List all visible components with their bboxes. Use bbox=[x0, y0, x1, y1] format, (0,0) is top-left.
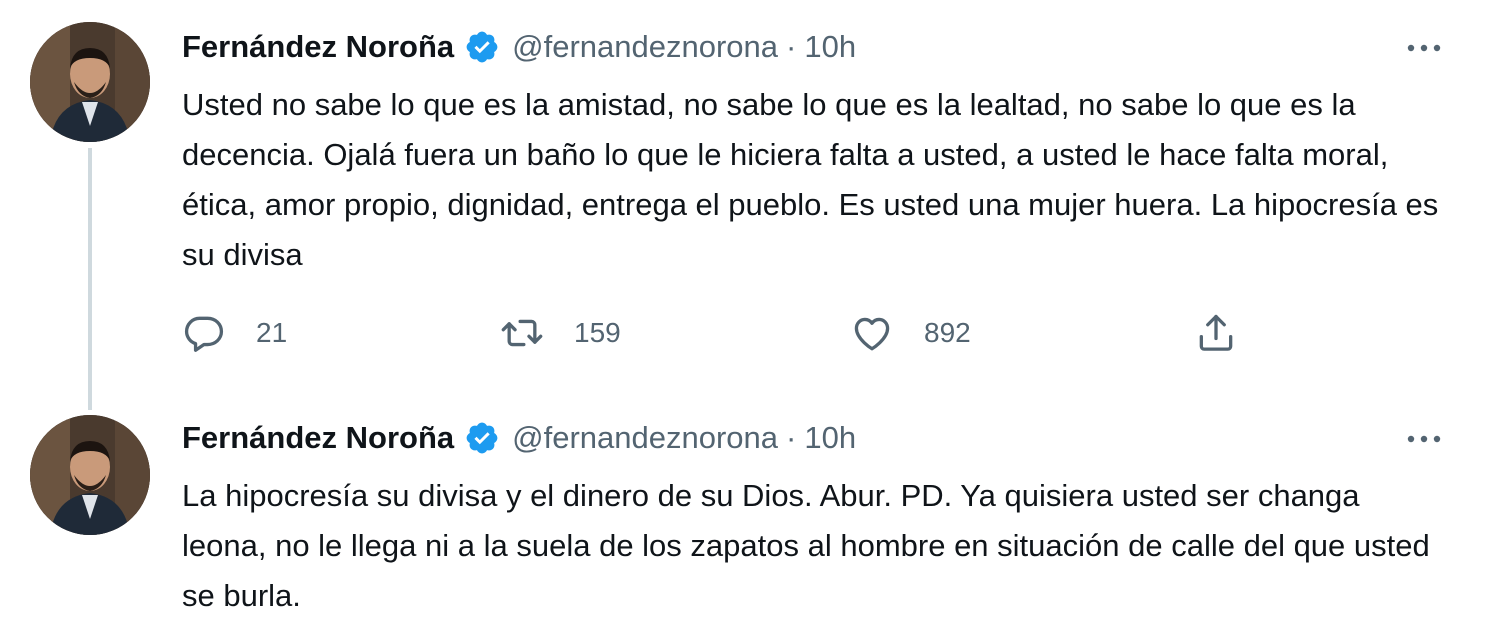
avatar[interactable] bbox=[30, 22, 150, 142]
display-name[interactable]: Fernández Noroña bbox=[182, 29, 454, 65]
verified-badge-icon bbox=[464, 420, 500, 456]
retweet-icon bbox=[501, 319, 543, 347]
tweet-header: Fernández Noroña @fernandeznorona · 10h bbox=[182, 22, 856, 72]
handle[interactable]: @fernandeznorona bbox=[512, 420, 778, 456]
reply-button[interactable]: 21 bbox=[182, 308, 287, 358]
retweet-count: 159 bbox=[574, 317, 621, 348]
tweet[interactable]: Fernández Noroña @fernandeznorona · 10h … bbox=[0, 395, 1496, 620]
retweet-button[interactable]: 159 bbox=[500, 308, 621, 358]
tweet-header: Fernández Noroña @fernandeznorona · 10h bbox=[182, 413, 856, 463]
separator-dot: · bbox=[786, 420, 797, 455]
timestamp[interactable]: 10h bbox=[804, 420, 856, 456]
share-icon bbox=[1199, 314, 1233, 351]
like-button[interactable]: 892 bbox=[850, 308, 971, 358]
more-options-icon bbox=[1407, 44, 1441, 52]
tweet[interactable]: Fernández Noroña @fernandeznorona · 10h … bbox=[0, 0, 1496, 395]
more-options-icon bbox=[1407, 435, 1441, 443]
verified-badge-icon bbox=[464, 29, 500, 65]
timestamp[interactable]: 10h bbox=[804, 29, 856, 65]
reply-icon bbox=[184, 316, 224, 352]
avatar[interactable] bbox=[30, 415, 150, 535]
avatar-image bbox=[30, 415, 150, 535]
display-name[interactable]: Fernández Noroña bbox=[182, 420, 454, 456]
handle[interactable]: @fernandeznorona bbox=[512, 29, 778, 65]
tweet-actions: 21 159 892 bbox=[182, 308, 1282, 358]
tweet-text: La hipocresía su divisa y el dinero de s… bbox=[182, 478, 1430, 613]
heart-icon bbox=[854, 317, 890, 351]
avatar-image bbox=[30, 22, 150, 142]
separator-dot: · bbox=[786, 29, 797, 64]
more-options-button[interactable] bbox=[1404, 419, 1444, 459]
reply-count: 21 bbox=[256, 317, 288, 348]
like-count: 892 bbox=[924, 317, 971, 348]
more-options-button[interactable] bbox=[1404, 28, 1444, 68]
share-button[interactable] bbox=[1194, 308, 1238, 358]
tweet-text: Usted no sabe lo que es la amistad, no s… bbox=[182, 87, 1439, 272]
